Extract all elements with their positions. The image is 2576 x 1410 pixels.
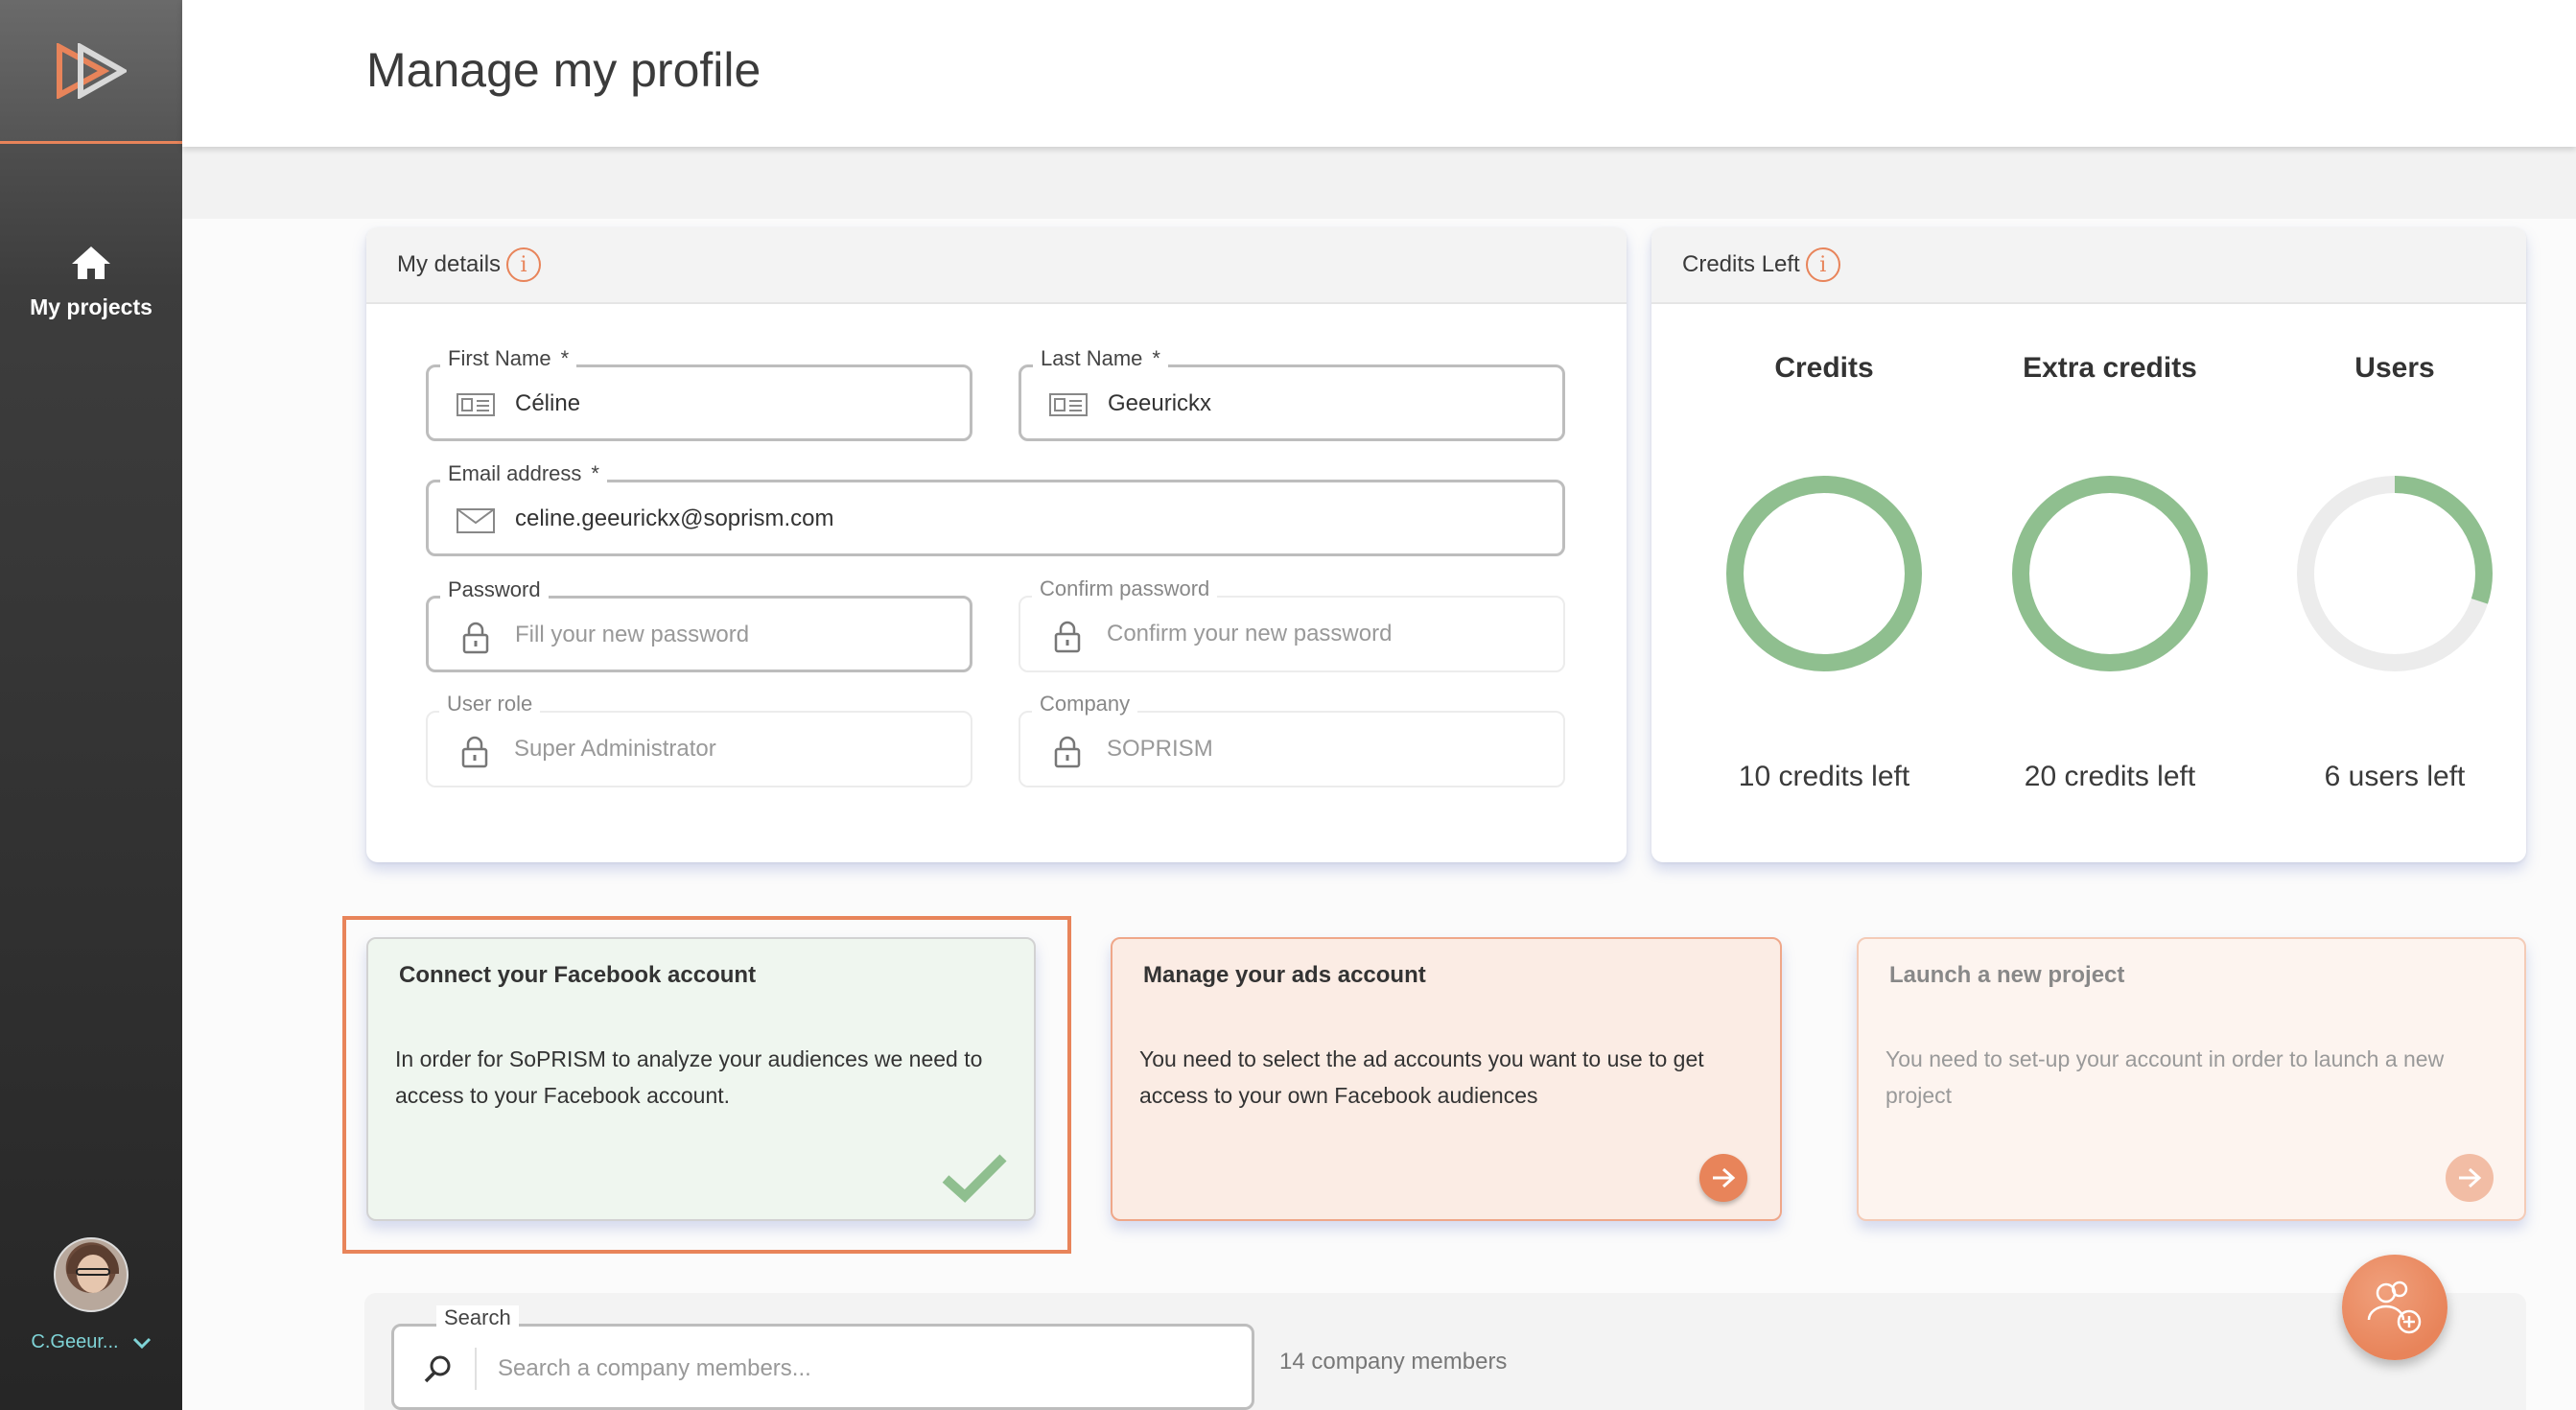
connect-facebook-title: Connect your Facebook account	[399, 962, 757, 988]
extra-credits-ring	[2012, 476, 2208, 671]
manage-ads-text: You need to select the ad accounts you w…	[1139, 1046, 1704, 1108]
lock-icon	[461, 736, 488, 768]
launch-project-title: Launch a new project	[1889, 962, 2125, 988]
home-icon	[72, 247, 110, 279]
lock-icon	[1054, 621, 1081, 653]
user-role-label: User role	[439, 692, 541, 717]
extra-credits-label: Extra credits	[2023, 352, 2197, 384]
confirm-password-placeholder: Confirm your new password	[1107, 621, 1393, 646]
first-name-label: First Name	[448, 346, 551, 370]
avatar[interactable]	[54, 1237, 129, 1312]
password-label: Password	[440, 577, 549, 602]
nav-my-projects-label: My projects	[30, 294, 152, 319]
users-label: Users	[2354, 352, 2435, 384]
header-band	[182, 147, 2576, 219]
user-role-field: User role Super Administrator	[426, 692, 972, 787]
last-name-field[interactable]: Last Name * Geeurickx	[1019, 346, 1565, 441]
checkmark-icon	[942, 1154, 1007, 1203]
email-field[interactable]: Email address * celine.geeurickx@soprism.…	[426, 461, 1565, 556]
credits-title: Credits Left	[1682, 251, 1800, 277]
credits-column: Credits 10 credits left	[1680, 352, 1968, 793]
launch-project-card[interactable]: Launch a new project You need to set-up …	[1857, 937, 2526, 1221]
info-icon[interactable]: i	[506, 247, 542, 282]
confirm-password-field[interactable]: Confirm password Confirm your new passwo…	[1019, 576, 1565, 672]
top-bar: Manage my profile	[182, 0, 2576, 147]
my-details-title: My details	[397, 251, 502, 277]
company-members-panel: Search Search a company members... 14 co…	[364, 1293, 2526, 1410]
email-value: celine.geeurickx@soprism.com	[515, 505, 834, 531]
add-users-icon	[2367, 1281, 2422, 1334]
launch-project-arrow-button[interactable]	[2446, 1154, 2494, 1202]
credits-ring	[1726, 476, 1922, 671]
connect-facebook-text: In order for SoPRISM to analyze your aud…	[395, 1046, 983, 1108]
extra-credits-column: Extra credits 20 credits left	[1966, 352, 2254, 793]
users-left: 6 users left	[2324, 761, 2466, 792]
id-card-icon	[1049, 393, 1088, 416]
search-placeholder: Search a company members...	[498, 1355, 811, 1381]
lock-icon	[462, 622, 489, 654]
lock-icon	[1054, 736, 1081, 768]
manage-ads-card[interactable]: Manage your ads account You need to sele…	[1111, 937, 1782, 1221]
company-value: SOPRISM	[1107, 736, 1213, 762]
my-details-card: My details i First Name * Céline Last Nam…	[366, 227, 1627, 862]
confirm-password-label: Confirm password	[1032, 576, 1218, 601]
credits-left: 10 credits left	[1738, 761, 1910, 792]
mail-icon	[457, 508, 495, 533]
first-name-field[interactable]: First Name * Céline	[426, 346, 972, 441]
company-field: Company SOPRISM	[1019, 692, 1565, 787]
search-icon	[424, 1355, 451, 1383]
company-label: Company	[1032, 692, 1138, 717]
users-ring	[2297, 476, 2493, 671]
launch-project-text: You need to set-up your account in order…	[1885, 1046, 2445, 1108]
password-placeholder: Fill your new password	[515, 622, 750, 647]
nav-my-projects[interactable]: My projects	[0, 245, 182, 320]
info-icon[interactable]: i	[1805, 247, 1840, 282]
user-name: C.Geeur...	[31, 1331, 119, 1352]
connect-facebook-card[interactable]: Connect your Facebook account In order f…	[366, 937, 1036, 1221]
sidebar: My projects C.Geeur...	[0, 0, 182, 1410]
app-logo[interactable]	[0, 0, 182, 144]
search-label: Search	[436, 1305, 519, 1330]
email-label: Email address	[448, 461, 582, 485]
arrow-right-icon	[2459, 1167, 2482, 1188]
user-role-value: Super Administrator	[514, 736, 716, 762]
page-title: Manage my profile	[366, 43, 761, 97]
chevron-down-icon[interactable]	[132, 1337, 152, 1349]
credits-label: Credits	[1774, 352, 1874, 384]
extra-credits-left: 20 credits left	[2024, 761, 2196, 792]
add-member-fab[interactable]	[2342, 1255, 2447, 1360]
users-column: Users 6 users left	[2251, 352, 2539, 793]
first-name-value: Céline	[515, 390, 581, 416]
extra-credits-ring-fill	[2012, 476, 2208, 671]
logo-icon	[57, 42, 127, 99]
id-card-icon	[457, 393, 495, 416]
password-field[interactable]: Password Fill your new password	[426, 577, 972, 672]
credits-ring-fill	[1726, 476, 1922, 671]
last-name-value: Geeurickx	[1108, 390, 1212, 416]
search-divider	[475, 1348, 477, 1390]
last-name-label: Last Name	[1041, 346, 1143, 370]
arrow-right-icon	[1713, 1167, 1736, 1188]
search-field[interactable]: Search Search a company members...	[391, 1305, 1254, 1410]
user-menu[interactable]: C.Geeur...	[0, 1237, 182, 1353]
manage-ads-title: Manage your ads account	[1143, 962, 1426, 988]
manage-ads-arrow-button[interactable]	[1699, 1154, 1747, 1202]
credits-card: Credits Left i Credits 10 credits left E…	[1651, 227, 2526, 862]
members-count: 14 company members	[1279, 1349, 1508, 1375]
